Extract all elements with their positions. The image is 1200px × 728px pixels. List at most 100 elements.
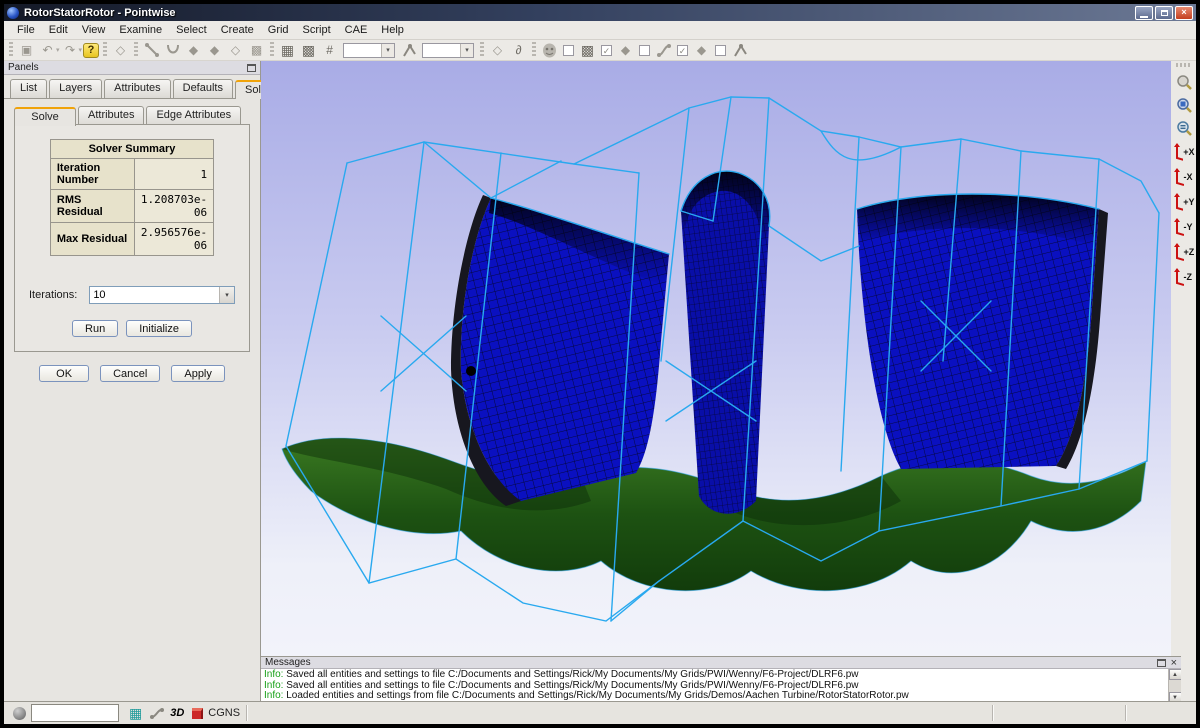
run-button[interactable]: Run (72, 320, 118, 337)
create-domain-icon[interactable]: ◆ (205, 42, 224, 59)
show-database-icon[interactable] (540, 42, 559, 59)
show-sources-icon[interactable]: ◆ (692, 42, 711, 59)
blocks-checkbox[interactable]: ✓ (601, 45, 612, 56)
toolbar-drag-handle[interactable] (270, 42, 274, 58)
save-icon[interactable]: ▣ (17, 42, 36, 59)
spacing-icon[interactable] (399, 42, 418, 59)
subtab-attributes[interactable]: Attributes (78, 106, 144, 125)
view-minus-y-button[interactable]: -Y (1173, 216, 1195, 237)
show-blocks-icon[interactable]: ▩ (578, 42, 597, 59)
tab-attributes[interactable]: Attributes (104, 79, 170, 98)
layer-assign-icon[interactable]: ◇ (111, 42, 130, 59)
view-plus-z-button[interactable]: +Z (1173, 241, 1195, 262)
panels-header[interactable]: Panels (4, 61, 260, 75)
database-checkbox[interactable] (563, 45, 574, 56)
solver-summary-table: Solver Summary Iteration Number 1 RMS Re… (50, 139, 214, 256)
cae-solver-label: CGNS (208, 707, 240, 719)
redo-dropdown-icon[interactable]: ▾ (79, 46, 83, 54)
menu-file[interactable]: File (10, 22, 42, 38)
partial-derivative-icon[interactable]: ∂ (509, 42, 528, 59)
view-plus-x-button[interactable]: +X (1173, 141, 1195, 162)
viewport-3d[interactable] (261, 61, 1171, 656)
tab-list[interactable]: List (10, 79, 47, 98)
zoom-equal-icon[interactable] (1173, 117, 1194, 138)
messages-header[interactable]: Messages × (261, 657, 1181, 669)
tab-layers[interactable]: Layers (49, 79, 102, 98)
create-segment-icon[interactable] (142, 42, 161, 59)
toolbar-drag-handle[interactable] (532, 42, 536, 58)
view-minus-z-button[interactable]: -Z (1173, 266, 1195, 287)
create-surface-icon[interactable]: ◆ (184, 42, 203, 59)
subtab-edge-attributes[interactable]: Edge Attributes (146, 106, 241, 125)
scroll-up-icon[interactable]: ▲ (1169, 669, 1182, 680)
menu-help[interactable]: Help (374, 22, 411, 38)
minimize-button[interactable] (1135, 6, 1153, 20)
row-label: Iteration Number (50, 159, 134, 190)
view-minus-x-button[interactable]: -X (1173, 166, 1195, 187)
float-panel-icon[interactable] (247, 64, 256, 72)
axis-glyph (1173, 268, 1184, 286)
combo-dropdown-icon[interactable]: ▾ (460, 44, 473, 57)
close-panel-icon[interactable]: × (1171, 658, 1177, 668)
zoom-to-fit-icon[interactable] (1173, 94, 1194, 115)
help-icon[interactable]: ? (83, 43, 99, 58)
row-label: RMS Residual (50, 190, 134, 223)
angle-glyph (402, 44, 416, 57)
view-toolbar: +X -X +Y -Y (1171, 61, 1196, 656)
toolbar-drag-handle[interactable] (103, 42, 107, 58)
domains-checkbox[interactable] (639, 45, 650, 56)
sources-checkbox[interactable] (715, 45, 726, 56)
create-curve-icon[interactable] (163, 42, 182, 59)
restore-button[interactable] (1155, 6, 1173, 20)
zoom-icon[interactable] (1173, 71, 1194, 92)
menu-examine[interactable]: Examine (112, 22, 169, 38)
float-panel-icon[interactable] (1157, 659, 1166, 667)
dimension-combo[interactable]: ▾ (343, 43, 395, 58)
title-bar[interactable]: RotorStatorRotor - Pointwise × (4, 4, 1196, 21)
menu-select[interactable]: Select (169, 22, 214, 38)
menu-cae[interactable]: CAE (338, 22, 375, 38)
toolbar-drag-handle[interactable] (480, 42, 484, 58)
combo-dropdown-icon[interactable]: ▾ (219, 287, 234, 303)
cancel-button[interactable]: Cancel (100, 365, 160, 382)
toolbar-drag-handle[interactable] (134, 42, 138, 58)
initialize-button[interactable]: Initialize (126, 320, 192, 337)
menu-view[interactable]: View (75, 22, 113, 38)
solve-panel: Solver Summary Iteration Number 1 RMS Re… (14, 124, 250, 352)
combo-dropdown-icon[interactable]: ▾ (381, 44, 394, 57)
menu-edit[interactable]: Edit (42, 22, 75, 38)
ok-button[interactable]: OK (39, 365, 89, 382)
apply-button[interactable]: Apply (171, 365, 225, 382)
messages-scrollbar[interactable]: ▲ ▼ (1168, 669, 1181, 703)
structured-grid-icon[interactable]: ▦ (278, 42, 297, 59)
undo-dropdown-icon[interactable]: ▾ (56, 46, 60, 54)
show-spacings-icon[interactable] (730, 42, 749, 59)
menu-create[interactable]: Create (214, 22, 261, 38)
tab-defaults[interactable]: Defaults (173, 79, 233, 98)
menu-grid[interactable]: Grid (261, 22, 296, 38)
solve-domain-icon[interactable]: ◇ (488, 42, 507, 59)
unstructured-grid-icon[interactable]: ▩ (299, 42, 318, 59)
view-plus-y-button[interactable]: +Y (1173, 191, 1195, 212)
content-area: Panels List Layers Attributes Defaults S… (4, 61, 1196, 701)
create-revolve-icon[interactable]: ◇ (226, 42, 245, 59)
iterations-combo[interactable]: 10 ▾ (89, 286, 235, 304)
dock-gap (1181, 656, 1196, 701)
undo-icon[interactable]: ↶ (38, 42, 57, 59)
toolbar-drag-handle[interactable] (1176, 63, 1192, 67)
subtab-solve[interactable]: Solve (14, 107, 76, 126)
menu-script[interactable]: Script (296, 22, 338, 38)
segment-glyph (145, 43, 159, 57)
redo-icon[interactable]: ↷ (61, 42, 80, 59)
close-button[interactable]: × (1175, 6, 1193, 20)
messages-log[interactable]: Info: Saved all entities and settings to… (261, 669, 1168, 703)
connectors-checkbox[interactable]: ✓ (677, 45, 688, 56)
spacing-combo[interactable]: ▾ (422, 43, 474, 58)
show-domains-icon[interactable]: ◆ (616, 42, 635, 59)
show-connectors-icon[interactable] (654, 42, 673, 59)
axis-glyph (1173, 168, 1184, 186)
toolbar-drag-handle[interactable] (9, 42, 13, 58)
dimension-icon[interactable]: # (320, 42, 339, 59)
create-block-icon[interactable]: ▩ (247, 42, 266, 59)
selected-point (466, 366, 476, 376)
